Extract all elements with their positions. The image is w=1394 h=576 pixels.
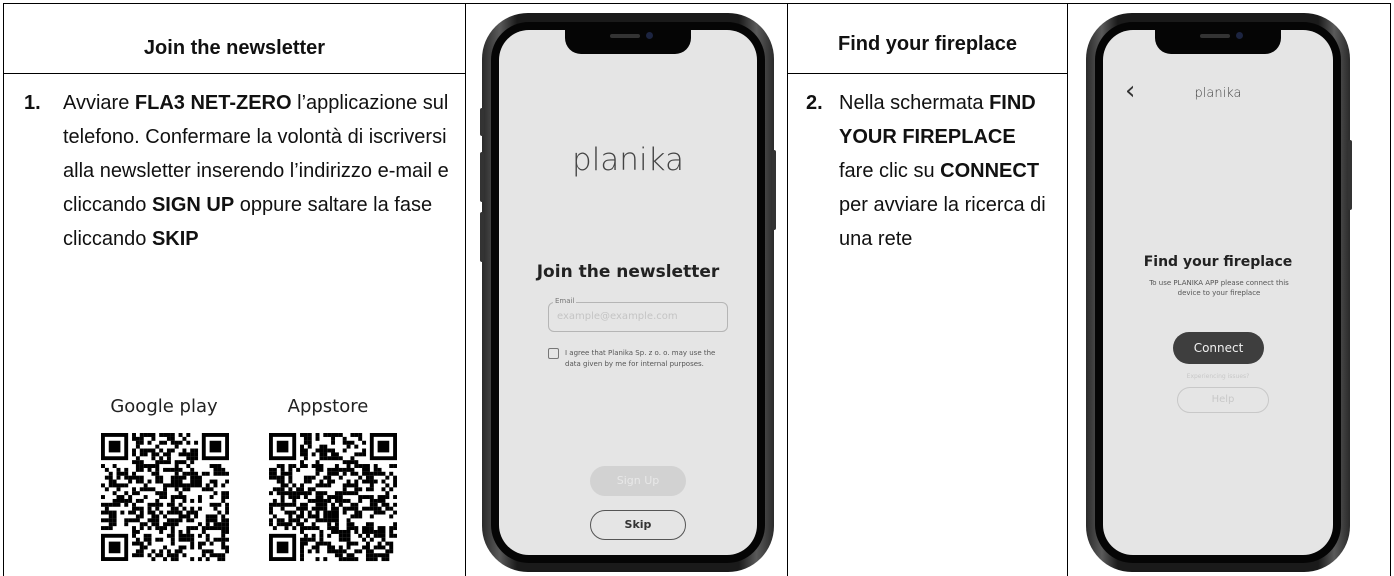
- emphasized-text: FLA3 NET-ZERO: [134, 92, 292, 114]
- find-fireplace-title: Find your fireplace: [1143, 254, 1293, 270]
- skip-button[interactable]: Skip: [590, 510, 686, 540]
- instruction-text: fare clic su: [839, 160, 941, 182]
- table-divider: [787, 3, 788, 576]
- agree-text: I agree that Planika Sp. z o. o. may use…: [565, 349, 716, 368]
- instruction-text: Avviare: [63, 92, 135, 114]
- instruction-text: Nella schermata: [839, 92, 990, 114]
- step-2-text: Nella schermata FIND YOUR FIREPLACE fare…: [839, 86, 1051, 256]
- email-placeholder: example@example.com: [557, 311, 678, 322]
- phone-mockup-newsletter: planika Join the newsletter Email exampl…: [482, 13, 774, 572]
- table-border-top: [3, 3, 1391, 4]
- issues-text: Experiencing issues?: [1186, 373, 1250, 380]
- step-number: 2.: [806, 92, 823, 114]
- help-button[interactable]: Help: [1177, 387, 1269, 413]
- phone-mockup-find-fireplace: ‹ planika Find your fireplace To use PLA…: [1086, 13, 1350, 572]
- step-number: 1.: [24, 92, 41, 114]
- planika-logo: planika: [1194, 86, 1242, 101]
- header-divider: [787, 73, 1068, 74]
- phone-screen: planika Join the newsletter Email exampl…: [499, 30, 757, 555]
- section-header-find-fireplace: Find your fireplace: [838, 33, 1017, 55]
- table-divider: [465, 3, 466, 576]
- header-divider: [3, 73, 466, 74]
- find-fireplace-subtitle: To use PLANIKA APP please connect this d…: [1149, 279, 1289, 297]
- emphasized-text: SIGN UP: [151, 194, 235, 216]
- table-border-right: [1390, 3, 1391, 576]
- google-play-qr-code[interactable]: [101, 431, 229, 563]
- phone-screen: ‹ planika Find your fireplace To use PLA…: [1103, 30, 1333, 555]
- table-border-left: [3, 3, 4, 576]
- planika-logo: planika: [572, 142, 684, 178]
- google-play-label: Google play: [110, 396, 218, 417]
- connect-button[interactable]: Connect: [1173, 332, 1264, 364]
- appstore-qr-code[interactable]: [269, 431, 397, 563]
- emphasized-text: CONNECT: [940, 160, 1040, 182]
- sign-up-button[interactable]: Sign Up: [590, 466, 686, 496]
- section-header-newsletter: Join the newsletter: [143, 37, 326, 59]
- newsletter-title: Join the newsletter: [536, 262, 720, 282]
- agree-checkbox[interactable]: [548, 348, 559, 359]
- instruction-text: per avviare la ricerca di una rete: [839, 194, 1046, 250]
- email-label: Email: [553, 297, 577, 305]
- appstore-label: Appstore: [287, 396, 369, 417]
- table-divider: [1067, 3, 1068, 576]
- step-1-text: Avviare FLA3 NET-ZERO l’applicazione sul…: [63, 86, 463, 256]
- emphasized-text: SKIP: [151, 228, 199, 250]
